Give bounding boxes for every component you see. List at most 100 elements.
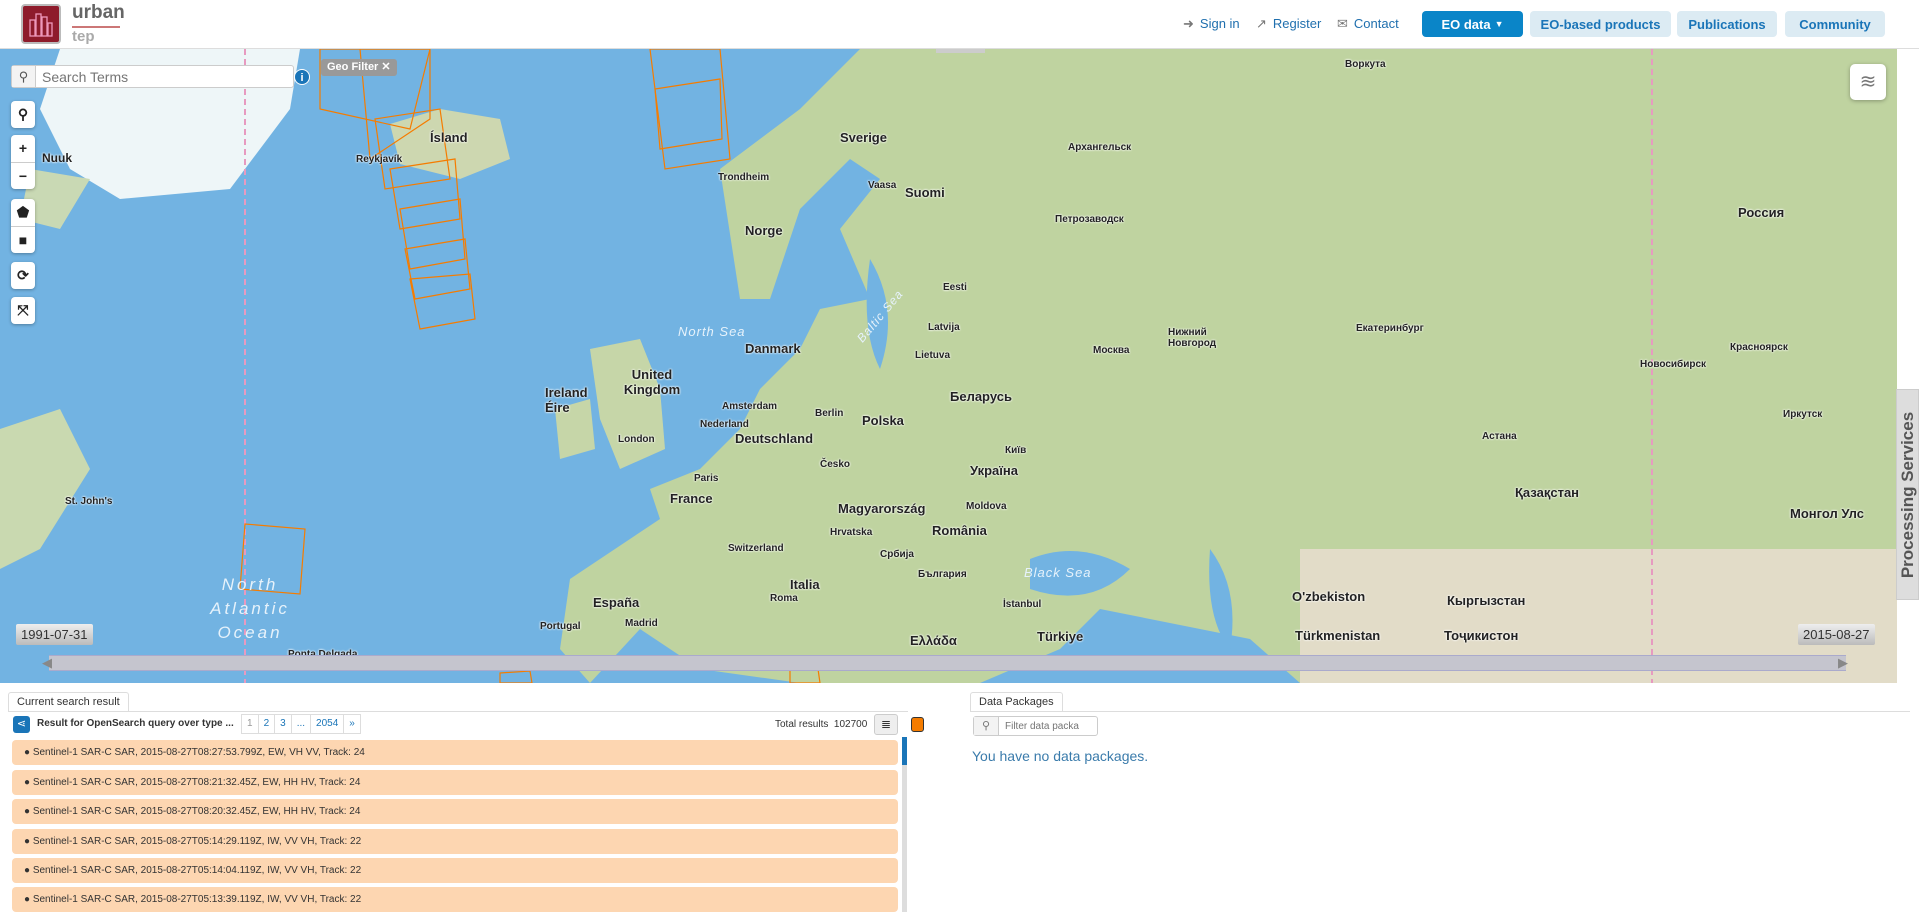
result-row[interactable]: ● Sentinel-1 SAR-C SAR, 2015-08-27T05:13… xyxy=(12,887,898,912)
contact-link[interactable]: ✉ Contact xyxy=(1337,16,1399,32)
map-label: North Atlantic Ocean xyxy=(210,575,290,642)
search-icon: ⚲ xyxy=(974,717,999,735)
processing-services-tab[interactable]: Processing Services xyxy=(1896,389,1919,600)
result-label: Sentinel-1 SAR-C SAR, 2015-08-27T05:14:0… xyxy=(32,865,362,876)
data-packages-panel: Data Packages xyxy=(970,692,1910,712)
sign-in-link[interactable]: ➜ Sign in xyxy=(1183,16,1240,32)
map-label: Ísland xyxy=(430,130,468,145)
page-last[interactable]: 2054 xyxy=(310,714,345,734)
map-label: Magyarország xyxy=(838,501,926,516)
map-label: Астана xyxy=(1482,431,1517,442)
map-label: Қазақстан xyxy=(1515,485,1580,500)
map-label: Madrid xyxy=(625,618,658,629)
zoom-in-button[interactable]: + xyxy=(11,135,35,162)
map[interactable]: Nuuk Ísland Reykjavík Sverige Suomi Norg… xyxy=(0,49,1897,683)
map-label: Россия xyxy=(1738,205,1785,220)
map-label: Roma xyxy=(770,593,798,604)
map-label: Москва xyxy=(1093,345,1130,356)
contact-label: Contact xyxy=(1353,16,1399,31)
newfoundland-land xyxy=(0,409,90,569)
sign-in-icon: ➜ xyxy=(1183,16,1194,31)
map-label: Switzerland xyxy=(728,543,784,554)
globe-icon: ● xyxy=(24,747,33,758)
logo-text: urban xyxy=(72,2,125,23)
result-row[interactable]: ● Sentinel-1 SAR-C SAR, 2015-08-27T08:20… xyxy=(12,799,898,824)
map-label: Nederland xyxy=(700,419,749,430)
draw-polygon-button[interactable]: ⬟ xyxy=(11,199,35,226)
page-ellipsis: ... xyxy=(290,714,312,734)
filter-packages-input[interactable] xyxy=(999,717,1094,735)
geo-filter-badge[interactable]: Geo Filter ✕ xyxy=(321,59,397,76)
total-label: Total results xyxy=(775,719,829,730)
tab-data-packages[interactable]: Data Packages xyxy=(970,692,1063,711)
tab-current-search-result[interactable]: Current search result xyxy=(8,692,129,711)
page-2[interactable]: 2 xyxy=(257,714,276,734)
map-label: London xyxy=(618,434,655,445)
slider-left-handle[interactable]: ◀ xyxy=(42,655,52,671)
external-link-icon: ↗ xyxy=(1256,16,1267,31)
map-label: Berlin xyxy=(815,408,844,419)
nav-eo-based-products[interactable]: EO-based products xyxy=(1530,11,1671,37)
layers-button[interactable]: ≋ xyxy=(1850,64,1886,100)
no-packages-message: You have no data packages. xyxy=(972,748,1149,764)
result-row[interactable]: ● Sentinel-1 SAR-C SAR, 2015-08-27T05:14… xyxy=(12,829,898,854)
total-results: Total results 102700 xyxy=(775,719,867,730)
page-3[interactable]: 3 xyxy=(274,714,292,734)
result-row[interactable]: ● Sentinel-1 SAR-C SAR, 2015-08-27T05:14… xyxy=(12,858,898,883)
page-1[interactable]: 1 xyxy=(241,714,259,734)
refresh-button[interactable]: ⟳ xyxy=(11,262,35,289)
result-label: Sentinel-1 SAR-C SAR, 2015-08-27T08:21:3… xyxy=(32,777,361,788)
map-label: Italia xyxy=(790,577,820,592)
register-label: Register xyxy=(1272,16,1322,31)
total-count: 102700 xyxy=(833,719,868,730)
map-label: Кыргызстан xyxy=(1447,593,1526,608)
map-resize-handle[interactable] xyxy=(936,49,985,53)
scrollbar-thumb[interactable] xyxy=(902,737,907,765)
caret-down-icon: ▼ xyxy=(1494,19,1504,29)
zoom-out-button[interactable]: − xyxy=(11,162,35,189)
map-label: Архангельск xyxy=(1068,142,1132,153)
results-scrollbar[interactable] xyxy=(902,737,907,912)
map-label: Србија xyxy=(880,549,914,560)
map-label: Deutschland xyxy=(735,431,814,446)
map-label: Moldova xyxy=(966,501,1007,512)
filter-packages-box: ⚲ xyxy=(973,716,1098,736)
timeline-end-label: 2015-08-27 xyxy=(1798,624,1875,645)
header: urban tep ➜ Sign in ↗ Register ✉ Contact EO… xyxy=(0,0,1919,49)
map-label: Vaasa xyxy=(868,180,897,191)
color-toggle-button[interactable] xyxy=(911,717,924,732)
map-label: България xyxy=(918,569,967,580)
info-icon[interactable]: i xyxy=(294,69,310,85)
search-input[interactable] xyxy=(36,66,293,87)
page-next[interactable]: » xyxy=(343,714,361,734)
share-icon[interactable]: ⋖ xyxy=(13,716,30,733)
search-area-button[interactable]: ⚲ xyxy=(11,101,35,128)
map-label: Amsterdam xyxy=(722,401,778,412)
slider-right-handle[interactable]: ▶ xyxy=(1838,655,1848,671)
map-label: Київ xyxy=(1005,445,1027,456)
sign-in-label: Sign in xyxy=(1199,16,1240,31)
map-label: United Kingdom xyxy=(623,367,681,397)
result-row[interactable]: ● Sentinel-1 SAR-C SAR, 2015-08-27T08:21… xyxy=(12,770,898,795)
footprint xyxy=(399,198,466,270)
logo-subtext: tep xyxy=(72,28,95,45)
nav-community[interactable]: Community xyxy=(1785,11,1885,37)
logo[interactable] xyxy=(21,4,61,44)
map-label: Nuuk xyxy=(42,151,72,165)
timeline-slider[interactable] xyxy=(49,655,1846,671)
list-view-button[interactable]: ≣ xyxy=(874,714,898,735)
tab-divider xyxy=(970,711,1910,712)
map-label: Reykjavík xyxy=(356,154,403,165)
draw-control: ⬟ ■ xyxy=(11,199,35,253)
nav-publications[interactable]: Publications xyxy=(1677,11,1777,37)
map-label: O'zbekiston xyxy=(1292,589,1366,604)
nav-eo-data[interactable]: EO data ▼ xyxy=(1422,11,1523,37)
result-row[interactable]: ● Sentinel-1 SAR-C SAR, 2015-08-27T08:27… xyxy=(12,740,898,765)
processing-services-label: Processing Services xyxy=(1897,411,1917,578)
fullscreen-button[interactable]: ⤧ xyxy=(11,297,35,324)
map-label: Беларусь xyxy=(950,389,1012,404)
register-link[interactable]: ↗ Register xyxy=(1256,16,1321,32)
draw-rectangle-button[interactable]: ■ xyxy=(11,226,35,253)
map-label: Красноярск xyxy=(1730,342,1788,353)
refresh-icon: ⟳ xyxy=(17,267,29,283)
